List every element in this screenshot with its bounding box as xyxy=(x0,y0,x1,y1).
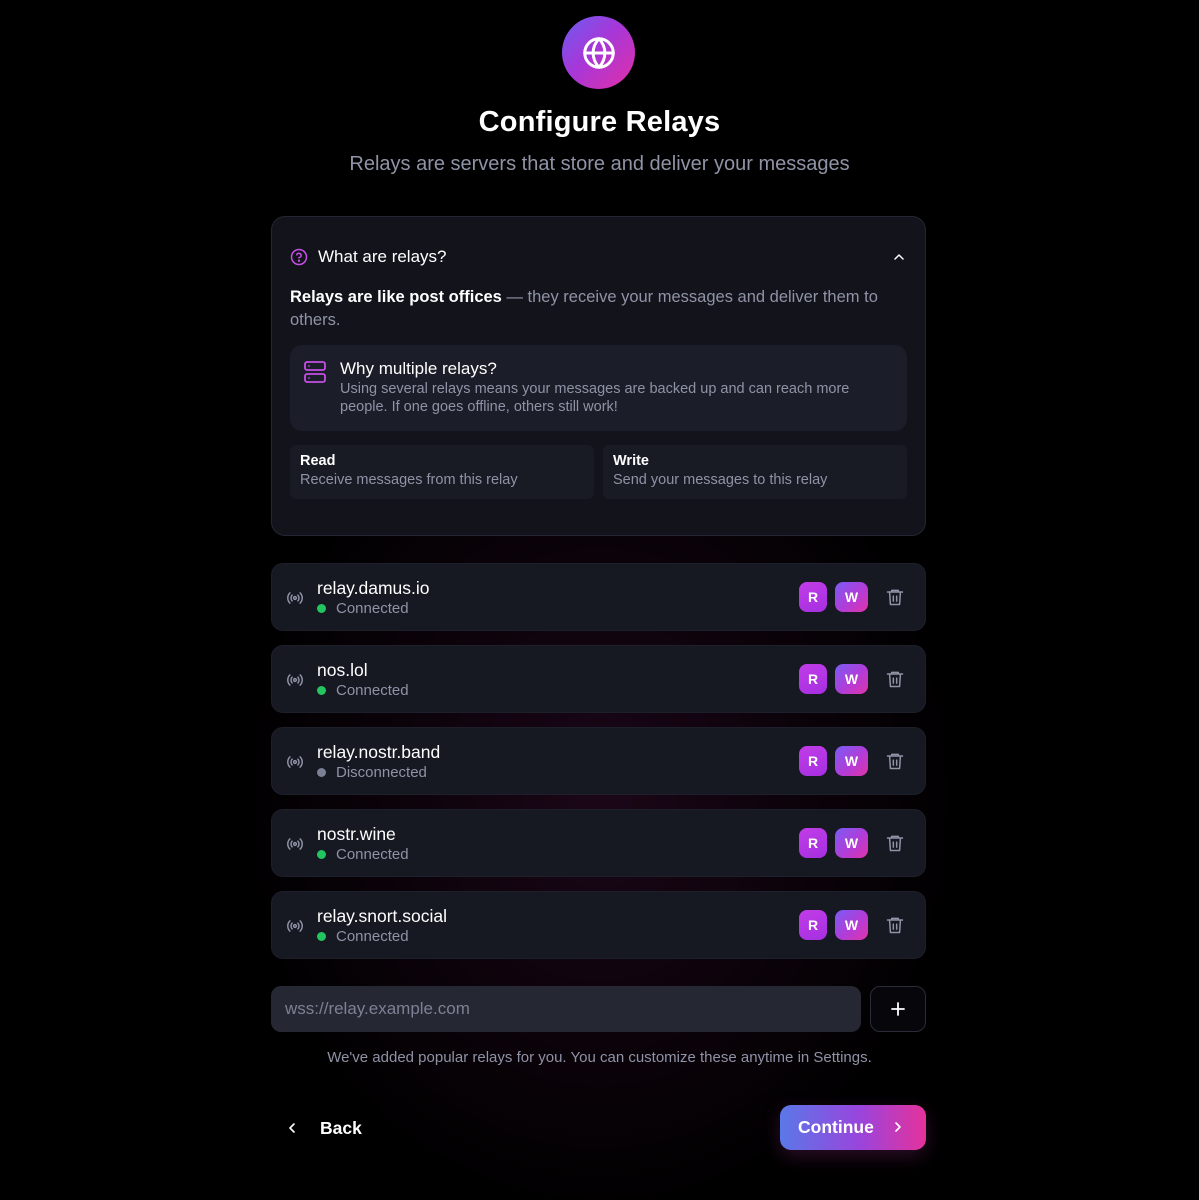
write-toggle[interactable]: W xyxy=(835,828,868,858)
write-explainer: Write Send your messages to this relay xyxy=(603,445,907,499)
status-dot xyxy=(317,850,326,859)
chevron-up-icon[interactable] xyxy=(891,249,907,265)
why-description: Using several relays means your messages… xyxy=(340,381,850,415)
page-title: Configure Relays xyxy=(478,106,721,138)
back-button[interactable]: Back xyxy=(284,1108,362,1148)
trash-icon[interactable] xyxy=(885,915,905,935)
signal-icon xyxy=(287,756,303,768)
status-dot xyxy=(317,686,326,695)
back-label: Back xyxy=(320,1117,362,1138)
add-relay-button[interactable] xyxy=(870,986,926,1032)
relay-status: Disconnected xyxy=(317,764,427,781)
write-toggle[interactable]: W xyxy=(835,746,868,776)
write-toggle[interactable]: W xyxy=(835,910,868,940)
signal-icon xyxy=(287,592,303,604)
continue-button[interactable]: Continue xyxy=(780,1105,926,1150)
relay-row: nos.lol Connected R W xyxy=(271,645,926,713)
relay-status: Connected xyxy=(317,600,409,617)
why-title: Why multiple relays? xyxy=(340,359,497,378)
read-toggle[interactable]: R xyxy=(799,746,827,776)
continue-label: Continue xyxy=(798,1117,874,1137)
why-multiple-box: Why multiple relays? Using several relay… xyxy=(290,345,907,431)
trash-icon[interactable] xyxy=(885,587,905,607)
add-relay-row xyxy=(271,986,926,1032)
write-toggle[interactable]: W xyxy=(835,582,868,612)
chevron-right-icon xyxy=(895,1122,901,1132)
info-toggle-label: What are relays? xyxy=(318,247,447,266)
write-description: Send your messages to this relay xyxy=(613,472,828,488)
status-dot xyxy=(317,604,326,613)
help-circle-icon xyxy=(290,248,308,266)
read-toggle[interactable]: R xyxy=(799,910,827,940)
signal-icon xyxy=(287,920,303,932)
relay-info-panel: What are relays? Relays are like post of… xyxy=(271,216,926,536)
relay-url-input[interactable] xyxy=(271,986,861,1032)
app-logo xyxy=(562,16,635,89)
relay-url: nostr.wine xyxy=(317,824,396,844)
trash-icon[interactable] xyxy=(885,669,905,689)
relay-url: relay.snort.social xyxy=(317,906,448,926)
trash-icon[interactable] xyxy=(885,751,905,771)
hint-text: We've added popular relays for you. You … xyxy=(327,1049,872,1066)
relay-status: Connected xyxy=(317,682,409,699)
trash-icon[interactable] xyxy=(885,833,905,853)
relay-status: Connected xyxy=(317,846,409,863)
info-intro: Relays are like post offices — they rece… xyxy=(290,286,903,332)
relay-status-text: Connected xyxy=(336,928,409,945)
status-dot xyxy=(317,768,326,777)
relay-status-text: Connected xyxy=(336,846,409,863)
relay-url: nos.lol xyxy=(317,660,368,680)
read-toggle[interactable]: R xyxy=(799,582,827,612)
relay-url: relay.nostr.band xyxy=(317,742,441,762)
server-icon xyxy=(304,361,326,383)
read-explainer: Read Receive messages from this relay xyxy=(290,445,594,499)
signal-icon xyxy=(287,674,303,686)
relay-status-text: Disconnected xyxy=(336,764,427,781)
read-toggle[interactable]: R xyxy=(799,828,827,858)
signal-icon xyxy=(287,838,303,850)
relay-status-text: Connected xyxy=(336,682,409,699)
read-description: Receive messages from this relay xyxy=(300,472,518,488)
info-intro-bold: Relays are like post offices xyxy=(290,288,502,306)
write-toggle[interactable]: W xyxy=(835,664,868,694)
relay-status: Connected xyxy=(317,928,409,945)
read-title: Read xyxy=(300,453,336,469)
plus-icon xyxy=(891,1002,905,1016)
page-subtitle: Relays are servers that store and delive… xyxy=(349,153,850,175)
relay-status-text: Connected xyxy=(336,600,409,617)
globe-icon xyxy=(582,36,615,69)
write-title: Write xyxy=(613,453,649,469)
read-toggle[interactable]: R xyxy=(799,664,827,694)
relay-row: relay.nostr.band Disconnected R W xyxy=(271,727,926,795)
status-dot xyxy=(317,932,326,941)
relay-row: nostr.wine Connected R W xyxy=(271,809,926,877)
info-toggle[interactable]: What are relays? xyxy=(290,245,907,269)
relay-url: relay.damus.io xyxy=(317,578,430,598)
chevron-left-icon xyxy=(289,1123,295,1133)
relay-row: relay.damus.io Connected R W xyxy=(271,563,926,631)
relay-row: relay.snort.social Connected R W xyxy=(271,891,926,959)
